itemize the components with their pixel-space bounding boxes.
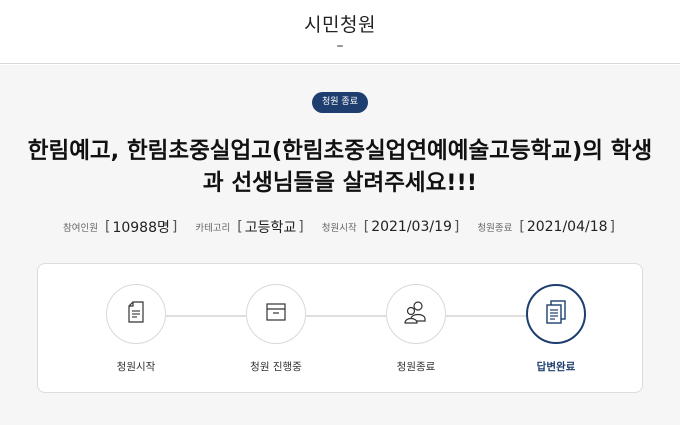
step-petition-ongoing: 청원 진행중 [216,284,336,374]
step-label: 청원종료 [396,361,436,373]
meta-end-date: 청원종료 [ 2021/04/18 ] [477,219,615,235]
petition-panel: 청원 종료 한림예고, 한림초중실업고(한림초중실업연예예술고등학교)의 학생과… [0,65,680,425]
meta-category: 카테고리 [ 고등학교 ] [195,219,304,236]
step-circle-active [526,284,586,344]
page-title: 시민청원 [304,14,376,36]
petition-meta: 참여인원 [ 10988명 ] 카테고리 [ 고등학교 ] 청원시작 [ 202… [0,216,680,238]
category-value: 고등학교 [244,220,297,236]
document-icon [123,299,149,329]
step-circle [246,284,306,344]
step-label: 청원시작 [116,361,156,373]
participants-label: 참여인원 [63,223,98,234]
step-petition-start: 청원시작 [76,284,196,374]
start-value: 2021/03/19 [371,219,452,235]
status-badge: 청원 종료 [312,92,368,113]
meta-start-date: 청원시작 [ 2021/03/19 ] [321,219,460,235]
progress-card: 청원시작 청원 진행중 청원종료 답변완료 [37,263,643,393]
meta-participants: 참여인원 [ 10988명 ] [63,219,178,236]
people-icon [402,298,430,330]
documents-stack-icon [542,298,570,330]
step-label-active: 답변완료 [536,361,576,373]
page-header: 시민청원 – [0,0,680,64]
petition-title: 한림예고, 한림초중실업고(한림초중실업연예예술고등학교)의 학생과 선생님들을… [27,138,653,196]
participants-value: 10988명 [112,220,170,236]
step-answer-complete: 답변완료 [496,284,616,374]
step-circle [386,284,446,344]
category-label: 카테고리 [195,223,231,234]
step-label: 청원 진행중 [250,361,302,373]
progress-line [136,315,544,317]
step-petition-ended: 청원종료 [356,284,476,374]
title-dash: – [336,38,344,54]
inbox-tray-icon [263,299,289,329]
start-label: 청원시작 [321,223,357,234]
step-circle [106,284,166,344]
header-divider [0,63,680,64]
end-value: 2021/04/18 [526,219,608,235]
end-label: 청원종료 [477,223,513,234]
